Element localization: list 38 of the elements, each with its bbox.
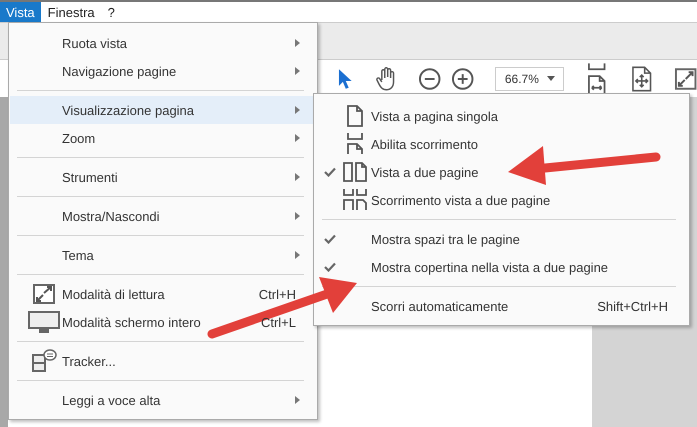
expand-icon[interactable]	[674, 66, 697, 90]
menu-item[interactable]: Leggi a voce alta	[10, 386, 316, 414]
dropdown-caret-icon	[546, 76, 555, 81]
menu-bar-item[interactable]: Vista	[0, 2, 41, 22]
menu-item[interactable]: Modalità di lettura Ctrl+H	[10, 280, 316, 308]
fit-page-icon[interactable]	[586, 62, 608, 96]
tracker-icon	[31, 349, 57, 373]
menu-item[interactable]: Tracker...	[10, 347, 316, 375]
check-icon	[324, 234, 336, 244]
menu-item[interactable]: Visualizzazione pagina	[10, 96, 316, 124]
page-move-icon[interactable]	[631, 66, 653, 92]
zoom-out-icon[interactable]	[418, 66, 442, 90]
menu-item[interactable]: Mostra copertina nella vista a due pagine	[315, 253, 688, 281]
menu-item[interactable]: Tema	[10, 241, 316, 269]
page-icon	[344, 104, 366, 128]
menu-item[interactable]: Mostra spazi tra le pagine	[315, 225, 688, 253]
menu-item[interactable]: Mostra/Nascondi	[10, 202, 316, 230]
menu-bar-item[interactable]: ?	[102, 2, 121, 22]
pointer-icon[interactable]	[337, 68, 353, 90]
scroll-page-icon	[344, 132, 366, 156]
menu-item[interactable]: Vista a due pagine	[315, 158, 688, 186]
check-icon	[324, 262, 336, 272]
menu-item[interactable]: Modalità schermo intero Ctrl+L	[10, 308, 316, 336]
expand-icon	[32, 283, 56, 305]
check-icon	[324, 167, 336, 177]
menu-item[interactable]: Vista a pagina singola	[315, 102, 688, 130]
menu-item[interactable]: Abilita scorrimento	[315, 130, 688, 158]
two-pages-scroll-icon	[342, 188, 368, 212]
zoom-field[interactable]: 66.7%	[494, 66, 564, 90]
menu-item[interactable]: Scorrimento vista a due pagine	[315, 186, 688, 214]
zoom-in-icon[interactable]	[451, 66, 475, 90]
monitor-icon	[27, 310, 61, 334]
menu-item[interactable]: Scorri automaticamente Shift+Ctrl+H	[315, 292, 688, 320]
menu-item[interactable]: Strumenti	[10, 163, 316, 191]
menu-item[interactable]: Zoom	[10, 124, 316, 152]
menu-item[interactable]: Navigazione pagine	[10, 57, 316, 85]
two-pages-icon	[342, 160, 368, 184]
menu-bar-item[interactable]: Finestra	[42, 2, 101, 22]
